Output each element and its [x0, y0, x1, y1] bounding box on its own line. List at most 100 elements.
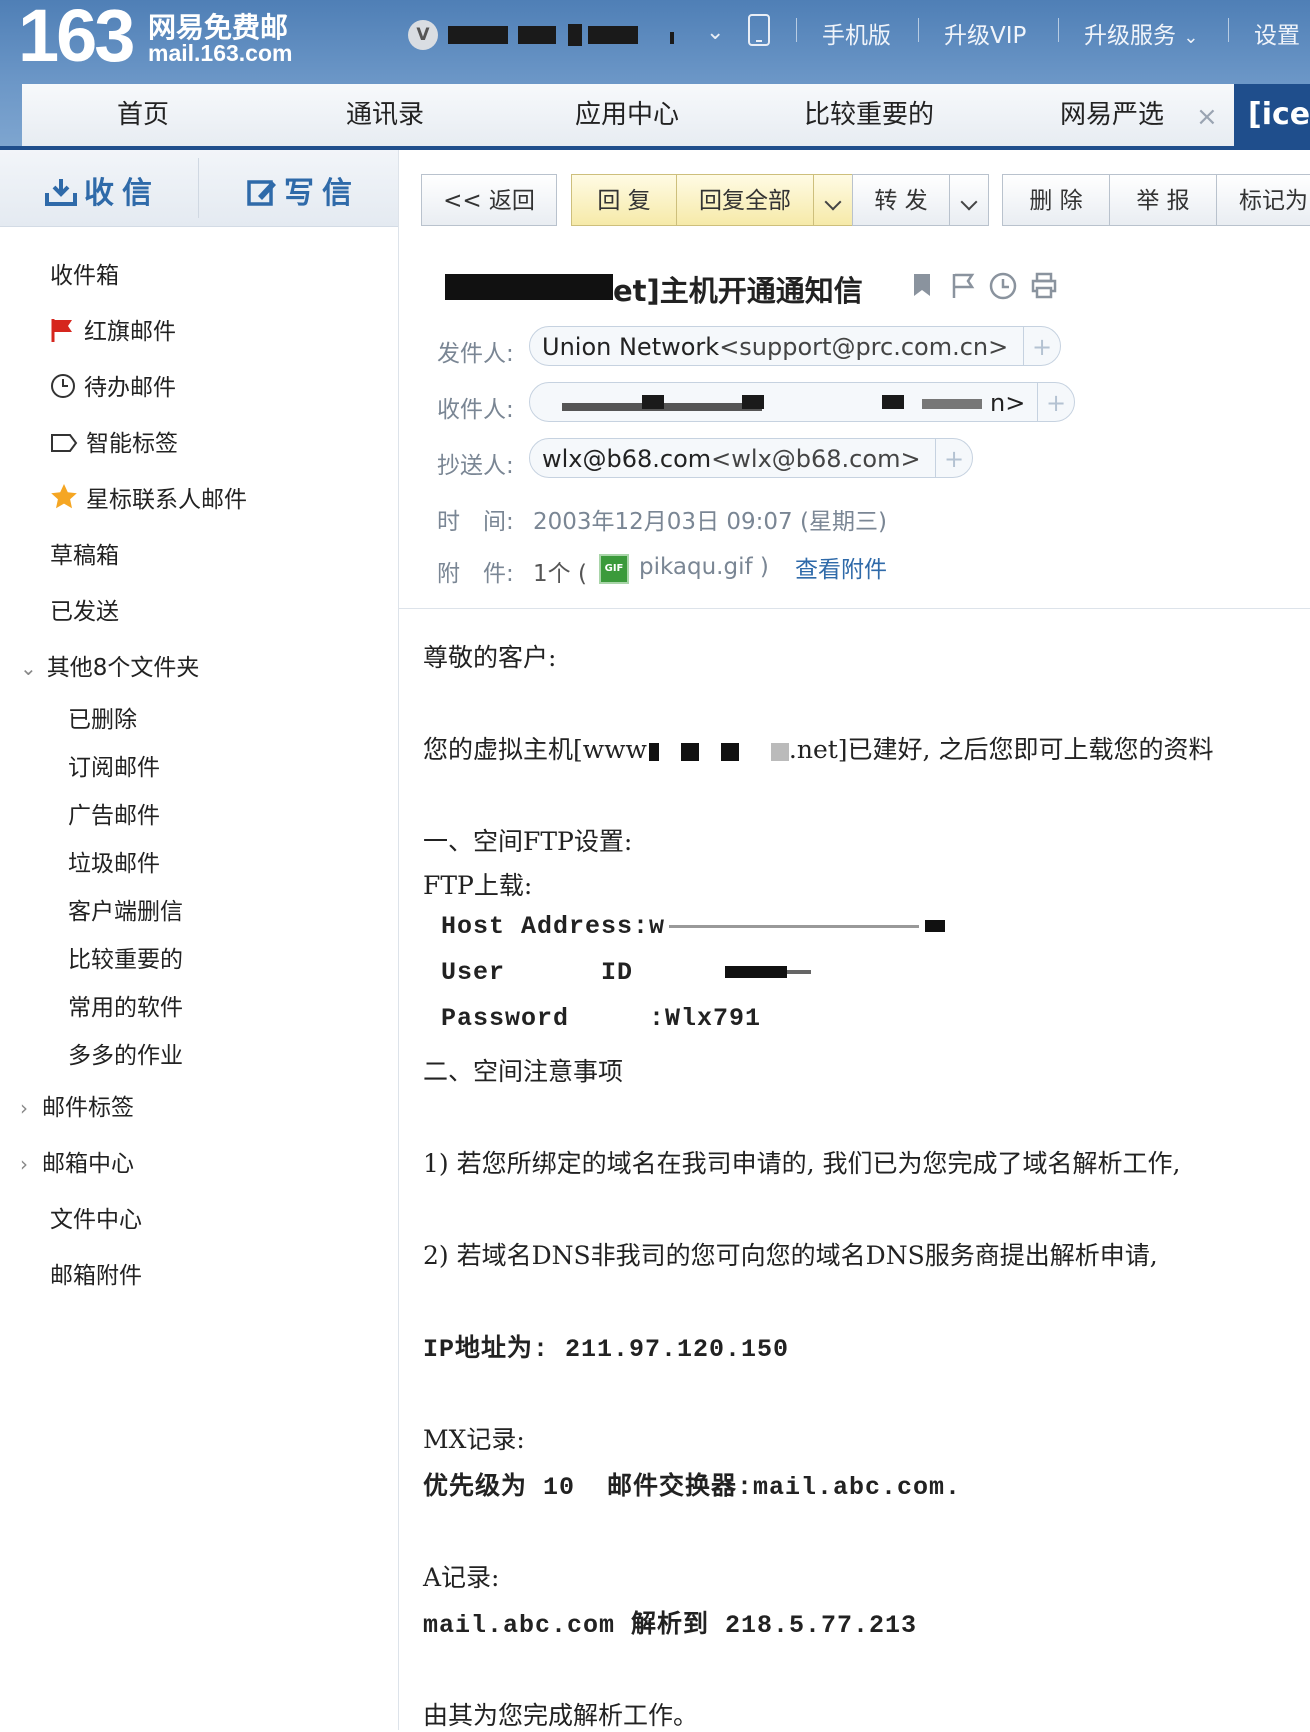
folder-group-other[interactable]: ⌄ 其他8个文件夹 [20, 648, 199, 682]
body-mx-line: 优先级为 10 邮件交换器:mail.abc.com. [423, 1473, 962, 1502]
chevron-down-icon [960, 193, 978, 211]
forward-more-dropdown[interactable] [949, 174, 989, 226]
body-host-label: Host Address:w [441, 912, 666, 941]
forward-button[interactable]: 转 发 [852, 174, 950, 226]
cc-pill[interactable]: wlx@b68.com<wlx@b68.com> + [529, 438, 973, 478]
folder-group-other-label: 其他8个文件夹 [46, 655, 200, 681]
cc-name: wlx@b68.com [542, 445, 712, 473]
clock-icon[interactable] [989, 272, 1017, 300]
folder-spam[interactable]: 垃圾邮件 [68, 844, 160, 878]
sender-address: <support@prc.com.cn> [719, 333, 1009, 361]
recipient-tail: n> [990, 389, 1026, 417]
folder-ads[interactable]: 广告邮件 [68, 796, 160, 830]
body-user-label: User ID [441, 958, 634, 987]
chevron-down-icon[interactable]: ⌄ [706, 20, 724, 45]
nav-upgrade-service[interactable]: 升级服务 ⌄ [1084, 16, 1198, 50]
account-name-redacted[interactable] [448, 22, 678, 48]
add-contact-icon[interactable]: + [1037, 383, 1074, 421]
tab-active-message[interactable]: [ice [1234, 84, 1310, 146]
close-icon[interactable]: × [1196, 102, 1218, 132]
phone-icon[interactable] [748, 14, 770, 46]
subject-text: et]主机开通通知信 [613, 274, 863, 308]
folder-flagged[interactable]: 红旗邮件 [50, 312, 176, 346]
mail-tags-group[interactable]: › 邮件标签 [20, 1088, 134, 1122]
folder-important[interactable]: 比较重要的 [68, 940, 183, 974]
body-ftp-section: 一、空间FTP设置: [423, 827, 633, 856]
view-attachment-link[interactable]: 查看附件 [795, 550, 887, 584]
body-password: Password :Wlx791 [441, 1004, 762, 1033]
tab-contacts[interactable]: 通讯录 [264, 84, 507, 146]
body-note-1: 1) 若您所绑定的域名在我司申请的, 我们已为您完成了域名解析工作, [423, 1149, 1181, 1178]
chevron-down-icon: ⌄ [20, 656, 37, 680]
body-user-id: User ID [441, 958, 812, 987]
body-host-address: Host Address:w [441, 912, 946, 941]
red-flag-icon [51, 319, 72, 342]
tag-icon [51, 434, 78, 452]
gif-file-icon: GIF [599, 554, 629, 584]
clock-icon [51, 374, 75, 398]
divider [198, 158, 199, 218]
nav-mobile[interactable]: 手机版 [822, 16, 891, 50]
flag-icon[interactable] [951, 272, 977, 300]
folder-inbox[interactable]: 收件箱 [50, 256, 119, 290]
top-header: 163 网易免费邮 mail.163.com V ⌄ 手机版 升级VIP 升级服… [0, 0, 1310, 150]
nav-upgrade-service-label: 升级服务 [1084, 23, 1176, 49]
sender-name: Union Network [542, 333, 720, 361]
mailbox-center-group[interactable]: › 邮箱中心 [20, 1144, 134, 1178]
folder-software[interactable]: 常用的软件 [68, 988, 183, 1022]
receive-label: 收信 [84, 176, 160, 211]
add-contact-icon[interactable]: + [1023, 327, 1060, 365]
mark-as-button[interactable]: 标记为 [1216, 174, 1310, 226]
bookmark-icon[interactable] [911, 272, 933, 298]
attachment-label: 附 件: [437, 561, 514, 587]
mailbox-attachments[interactable]: 邮箱附件 [50, 1256, 142, 1290]
chevron-down-icon [824, 193, 842, 211]
recipient-pill[interactable]: n> + [529, 382, 1075, 422]
divider [1228, 18, 1229, 42]
receive-button[interactable]: 收信 [44, 168, 160, 212]
report-button[interactable]: 举 报 [1109, 174, 1217, 226]
reply-all-button[interactable]: 回复全部 [676, 174, 814, 226]
file-center[interactable]: 文件中心 [50, 1200, 142, 1234]
folder-deleted[interactable]: 已删除 [68, 700, 137, 734]
tab-home[interactable]: 首页 [22, 84, 265, 146]
delete-button[interactable]: 删 除 [1002, 174, 1110, 226]
body-mx-title: MX记录: [423, 1425, 525, 1454]
compose-button[interactable]: 写信 [246, 168, 360, 212]
logo-number[interactable]: 163 [18, 0, 135, 73]
folder-smart-tags[interactable]: 智能标签 [50, 424, 178, 458]
folder-starred-contacts[interactable]: 星标联系人邮件 [50, 480, 247, 514]
tab-important[interactable]: 比较重要的 [748, 84, 991, 146]
body-a-line: mail.abc.com 解析到 218.5.77.213 [423, 1611, 918, 1640]
attachment-name[interactable]: pikaqu.gif ) [639, 554, 769, 580]
folder-subscriptions[interactable]: 订阅邮件 [68, 748, 160, 782]
compose-label: 写信 [284, 176, 360, 211]
divider [796, 18, 797, 42]
folder-sent[interactable]: 已发送 [50, 592, 119, 626]
reply-button[interactable]: 回 复 [571, 174, 677, 226]
folder-homework[interactable]: 多多的作业 [68, 1036, 183, 1070]
add-contact-icon[interactable]: + [935, 439, 972, 477]
tab-app-center[interactable]: 应用中心 [506, 84, 749, 146]
sender-pill[interactable]: Union Network<support@prc.com.cn> + [529, 326, 1061, 366]
from-label: 发件人: [437, 341, 514, 367]
star-icon [51, 484, 77, 509]
nav-upgrade-vip[interactable]: 升级VIP [944, 16, 1026, 50]
folder-todo[interactable]: 待办邮件 [50, 368, 176, 402]
vip-badge-icon[interactable]: V [408, 20, 438, 50]
message-view: << 返回 回 复 回复全部 转 发 删 除 举 报 标记为 et]主机开通通知… [399, 150, 1310, 1730]
body-intro: 您的虚拟主机[www .net]已建好, 之后您即可上载您的资料 [423, 730, 1213, 766]
body-closing: 由其为您完成解析工作。 [423, 1701, 699, 1730]
edit-icon [247, 180, 276, 206]
nav-settings[interactable]: 设置 [1254, 16, 1300, 50]
logo-domain: mail.163.com [148, 40, 293, 66]
folder-drafts[interactable]: 草稿箱 [50, 536, 119, 570]
print-icon[interactable] [1031, 272, 1057, 300]
reply-more-dropdown[interactable] [813, 174, 853, 226]
folder-smart-tags-label: 智能标签 [86, 431, 178, 457]
chevron-right-icon: › [20, 1152, 28, 1176]
back-button[interactable]: << 返回 [421, 174, 557, 226]
divider [1058, 18, 1059, 42]
body-ftp-upload: FTP上载: [423, 871, 533, 900]
folder-client-deleted[interactable]: 客户端删信 [68, 892, 183, 926]
